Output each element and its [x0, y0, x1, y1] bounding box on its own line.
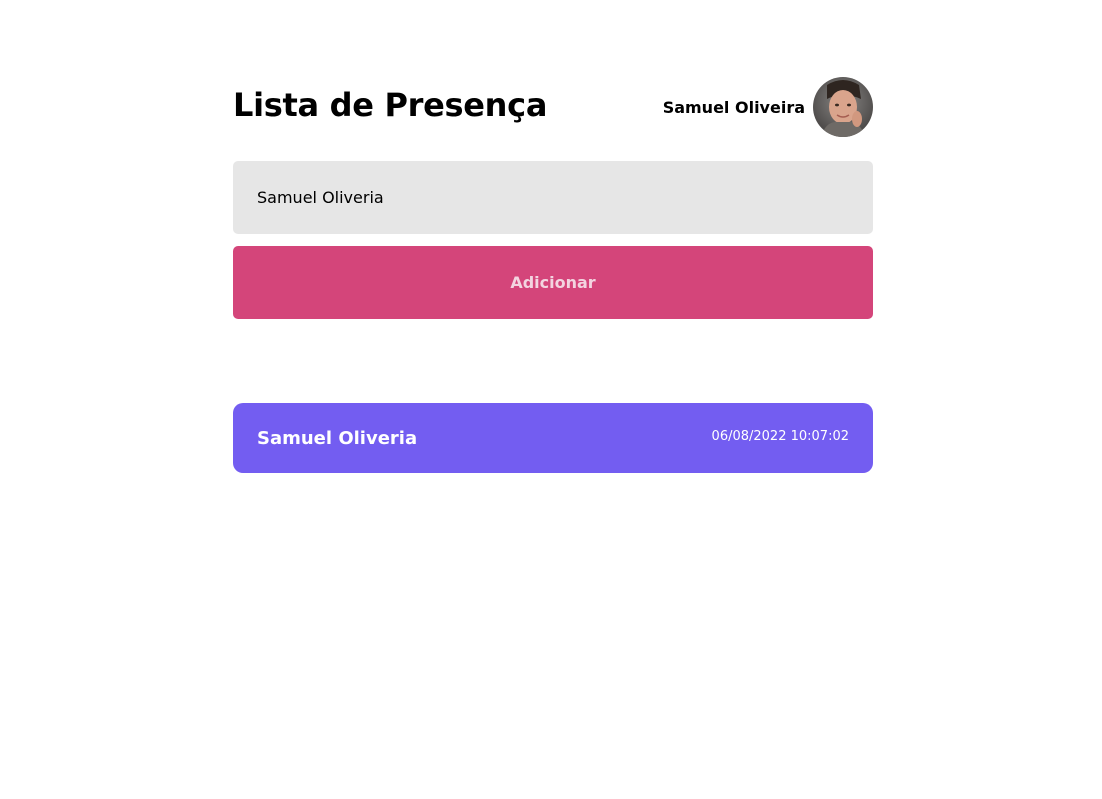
- avatar: [813, 77, 873, 137]
- user-profile: Samuel Oliveira: [663, 77, 873, 137]
- header: Lista de Presença Samuel Oliveira: [233, 77, 873, 137]
- page-title: Lista de Presença: [233, 86, 548, 124]
- name-input[interactable]: [233, 161, 873, 234]
- add-button[interactable]: Adicionar: [233, 246, 873, 319]
- attendee-card: Samuel Oliveria 06/08/2022 10:07:02: [233, 403, 873, 473]
- avatar-photo-icon: [813, 77, 873, 137]
- attendee-name: Samuel Oliveria: [257, 427, 418, 449]
- user-name: Samuel Oliveira: [662, 97, 805, 117]
- attendee-time: 06/08/2022 10:07:02: [711, 429, 849, 444]
